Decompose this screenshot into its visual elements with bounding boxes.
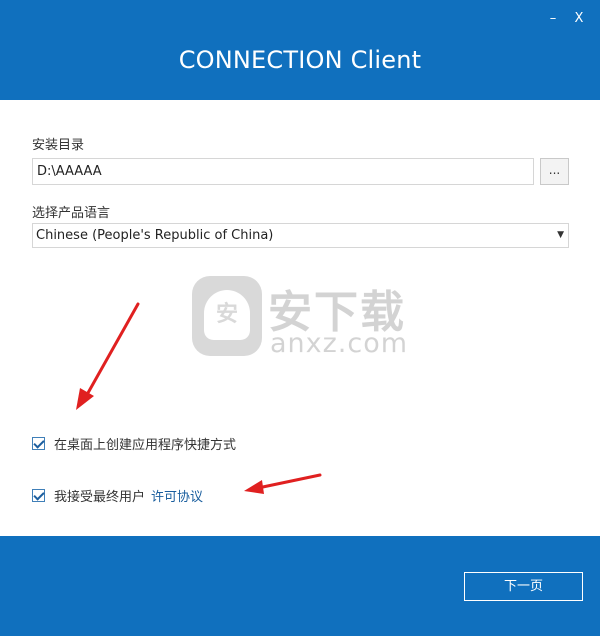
annotation-arrow-icon (76, 302, 140, 410)
title-bar: – X CONNECTION Client (0, 0, 600, 100)
annotation-arrow-icon (244, 473, 322, 494)
footer-bar: 下一页 (0, 536, 600, 636)
shortcut-checkbox[interactable] (32, 437, 45, 450)
install-dir-input[interactable]: D:\AAAAA (32, 158, 534, 185)
license-link[interactable]: 许可协议 (151, 486, 203, 505)
close-button[interactable]: X (570, 10, 588, 28)
watermark-en-text: anxz.com (270, 328, 409, 359)
minimize-button[interactable]: – (544, 10, 562, 28)
watermark-badge: 安 (204, 290, 250, 340)
shortcut-option[interactable]: 在桌面上创建应用程序快捷方式 (32, 434, 236, 453)
language-label: 选择产品语言 (32, 206, 111, 221)
next-button[interactable]: 下一页 (464, 572, 583, 601)
agree-option[interactable]: 我接受最终用户 许可协议 (32, 486, 203, 505)
chevron-down-icon: ▼ (557, 230, 564, 240)
agree-checkbox[interactable] (32, 489, 45, 502)
agree-label: 我接受最终用户 (54, 490, 146, 505)
install-dir-label: 安装目录 (32, 138, 85, 153)
app-title: CONNECTION Client (178, 46, 422, 74)
watermark: 安 安下载 anxz.com (192, 276, 412, 366)
browse-button[interactable]: ... (540, 158, 569, 185)
watermark-shield-icon: 安 (192, 276, 262, 356)
language-select[interactable]: Chinese (People's Republic of China) ▼ (32, 223, 569, 248)
shortcut-label: 在桌面上创建应用程序快捷方式 (54, 438, 237, 453)
main-content: 安装目录 D:\AAAAA ... 选择产品语言 Chinese (People… (0, 100, 600, 536)
language-select-value: Chinese (People's Republic of China) (36, 228, 274, 243)
